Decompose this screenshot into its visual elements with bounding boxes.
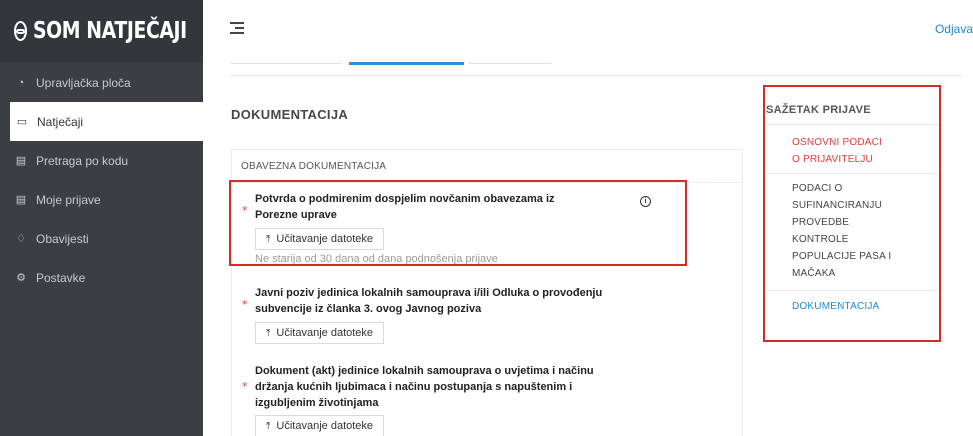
upload-icon: ⤒ <box>266 327 271 339</box>
logout-link[interactable]: Odjava <box>935 22 973 36</box>
required-marker: * <box>242 380 248 393</box>
document-icon: ▤ <box>15 194 27 206</box>
sidebar-item-natjecaji[interactable]: ▭ Natječaji <box>10 102 203 141</box>
tab-active[interactable] <box>349 62 464 65</box>
sidebar-item-dashboard[interactable]: ◔ Upravljačka ploča <box>0 63 203 102</box>
sidebar-item-label: Postavke <box>36 270 86 285</box>
upload-icon: ⤒ <box>266 420 271 432</box>
document-item: * Dokument (akt) jedinice lokalnih samou… <box>242 363 712 436</box>
tab[interactable] <box>231 62 341 64</box>
bell-icon: ♢ <box>16 233 26 245</box>
highlight-box <box>763 85 941 342</box>
menu-toggle-icon[interactable] <box>230 22 244 35</box>
required-marker: * <box>242 298 248 311</box>
sidebar: SOM NATJEČAJI ◔ Upravljačka ploča ▭ Natj… <box>0 0 203 436</box>
sidebar-item-label: Moje prijave <box>36 192 101 207</box>
sidebar-item-search-by-code[interactable]: ▤ Pretraga po kodu <box>0 141 203 180</box>
doc-group-title: OBAVEZNA DOKUMENTACIJA <box>232 150 742 183</box>
tab[interactable] <box>469 62 552 64</box>
upload-button-label: Učitavanje datoteke <box>276 420 374 432</box>
sidebar-item-label: Pretraga po kodu <box>36 153 129 168</box>
sidebar-item-notifications[interactable]: ♢ Obavijesti <box>0 219 203 258</box>
logo-icon <box>14 21 27 41</box>
dashboard-icon: ◔ <box>17 76 25 89</box>
logo-text: SOM NATJEČAJI <box>33 18 187 44</box>
upload-button[interactable]: ⤒ Učitavanje datoteke <box>255 322 385 344</box>
upload-button[interactable]: ⤒ Učitavanje datoteke <box>255 415 385 436</box>
sidebar-item-settings[interactable]: ⚙ Postavke <box>0 258 203 297</box>
sidebar-nav: ◔ Upravljačka ploča ▭ Natječaji ▤ Pretra… <box>0 63 203 297</box>
gear-icon: ⚙ <box>16 272 26 284</box>
brand-logo[interactable]: SOM NATJEČAJI <box>0 0 203 62</box>
folder-icon: ▭ <box>16 116 28 128</box>
document-label-line: Javni poziv jedinica lokalnih samouprava… <box>255 287 603 299</box>
topbar: Odjava <box>203 0 973 62</box>
document-label-line: subvencije iz članka 3. ovog Javnog pozi… <box>255 303 482 315</box>
sidebar-item-label: Upravljačka ploča <box>36 75 131 90</box>
upload-button-label: Učitavanje datoteke <box>276 327 374 339</box>
document-label-line: Dokument (akt) jedinice lokalnih samoupr… <box>255 365 594 377</box>
sidebar-item-label: Natječaji <box>37 114 84 129</box>
sidebar-item-my-applications[interactable]: ▤ Moje prijave <box>0 180 203 219</box>
sidebar-item-label: Obavijesti <box>36 231 89 246</box>
page-title: DOKUMENTACIJA <box>231 107 349 122</box>
document-label-line: držanja kućnih ljubimaca i načinu postup… <box>255 381 573 393</box>
tab-strip <box>231 62 961 76</box>
app-root: SOM NATJEČAJI ◔ Upravljačka ploča ▭ Natj… <box>0 0 973 436</box>
document-item: * Javni poziv jedinica lokalnih samoupra… <box>242 285 712 345</box>
highlight-box <box>229 180 687 266</box>
document-search-icon: ▤ <box>15 155 27 167</box>
document-label-line: izgubljenim životinjama <box>255 397 379 409</box>
